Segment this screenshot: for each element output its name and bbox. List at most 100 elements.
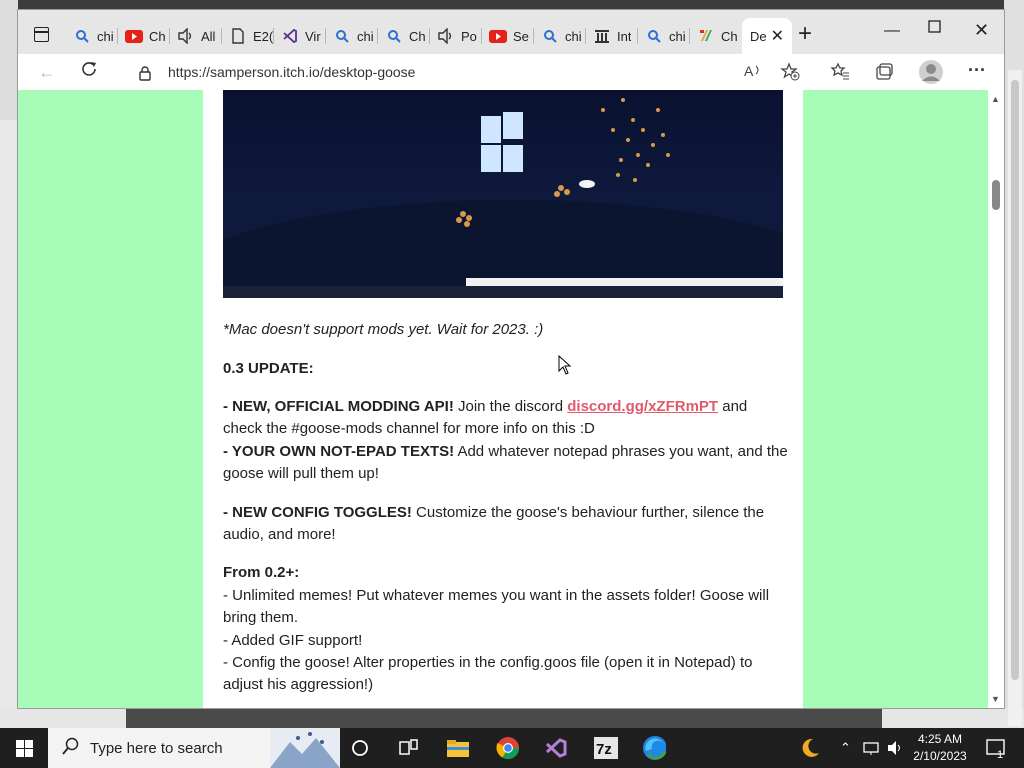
night-light-icon[interactable]	[798, 736, 822, 760]
visual-studio-icon	[281, 27, 299, 45]
tab[interactable]: Se	[482, 22, 534, 50]
volume-icon[interactable]	[886, 740, 904, 759]
scroll-up-arrow-icon[interactable]: ▲	[991, 94, 1000, 104]
update-item: - NEW CONFIG TOGGLES! Customize the goos…	[223, 502, 788, 546]
refresh-button[interactable]	[80, 60, 98, 83]
page-scrollbar[interactable]: ▲ ▼	[988, 90, 1004, 708]
read-aloud-icon[interactable]: A	[744, 62, 764, 85]
scroll-down-arrow-icon[interactable]: ▼	[991, 694, 1000, 704]
tab[interactable]: All	[170, 22, 222, 50]
tab[interactable]: Ch	[378, 22, 430, 50]
background-scrollbar[interactable]	[1008, 70, 1022, 726]
youtube-icon	[489, 27, 507, 45]
svg-text:7z: 7z	[596, 741, 612, 758]
desktop-area	[0, 120, 18, 720]
speaker-icon	[177, 27, 195, 45]
close-tab-icon[interactable]: ✕	[771, 26, 784, 46]
clock-time: 4:25 AM	[917, 732, 963, 746]
search-icon	[645, 27, 663, 45]
tab[interactable]: Ch	[690, 22, 740, 50]
from-heading: From 0.2+:	[223, 564, 300, 581]
archive-icon	[593, 27, 611, 45]
from-line: - Added GIF support!	[223, 632, 363, 649]
page-content: *Mac doesn't support mods yet. Wait for …	[203, 90, 803, 708]
tab[interactable]: Ch	[118, 22, 170, 50]
mac-note: *Mac doesn't support mods yet. Wait for …	[223, 321, 544, 338]
cortana-icon[interactable]	[348, 736, 372, 760]
desktop-area	[0, 708, 1024, 728]
tab-active[interactable]: De ✕	[742, 18, 792, 54]
7zip-icon[interactable]: 7z	[594, 736, 618, 760]
tab[interactable]: Vir	[274, 22, 326, 50]
svg-text:A: A	[744, 63, 754, 79]
file-explorer-icon[interactable]	[446, 736, 470, 760]
clock-date: 2/10/2023	[913, 749, 967, 763]
lock-icon[interactable]	[138, 65, 152, 81]
search-icon	[73, 27, 91, 45]
back-button[interactable]: ←	[38, 62, 56, 83]
close-window-button[interactable]: ✕	[974, 20, 989, 41]
more-menu-icon[interactable]: ···	[968, 60, 986, 81]
tab-label: Ch	[149, 28, 166, 44]
item-title: - YOUR OWN NOT-EPAD TEXTS!	[223, 443, 455, 460]
taskbar: Type here to search 7z ⌃ 4:25 AM 2/10/20…	[0, 728, 1024, 768]
tab[interactable]: chi	[326, 22, 378, 50]
search-icon	[541, 27, 559, 45]
tab[interactable]: chi	[534, 22, 586, 50]
tab[interactable]: chi	[66, 22, 118, 50]
update-item: - YOUR OWN NOT-EPAD TEXTS! Add whatever …	[223, 441, 788, 485]
scrollbar-thumb[interactable]	[992, 180, 1000, 210]
taskbar-search-box[interactable]: Type here to search	[48, 728, 340, 768]
maximize-button[interactable]	[928, 20, 942, 39]
tab-label: De	[750, 28, 767, 44]
taskbar-clock[interactable]: 4:25 AM 2/10/2023	[908, 731, 972, 765]
edge-icon[interactable]	[642, 736, 666, 760]
chrome-icon[interactable]	[496, 736, 520, 760]
discord-link[interactable]: discord.gg/xZFRmPT	[567, 398, 718, 415]
collections-icon[interactable]	[874, 62, 894, 87]
search-icon	[385, 27, 403, 45]
tab[interactable]: Po	[430, 22, 482, 50]
tab-label: chi	[565, 28, 582, 44]
favorites-icon[interactable]	[830, 62, 850, 87]
task-view-icon[interactable]	[396, 736, 420, 760]
tab-bar: chi Ch All E2( Vir chi Ch Po Se chi Int …	[18, 10, 1004, 58]
search-highlight-image	[270, 728, 340, 768]
tab-label: Ch	[721, 28, 738, 44]
desktop-goose-screenshot	[223, 90, 783, 298]
search-icon	[62, 737, 80, 760]
notifications-icon[interactable]: 1	[984, 736, 1008, 760]
tab-label: chi	[669, 28, 686, 44]
start-button[interactable]	[16, 740, 33, 757]
from-line: - Config the goose! Alter properties in …	[223, 654, 753, 693]
url-text: https://samperson.itch.io/desktop-goose	[168, 64, 416, 80]
network-icon[interactable]	[862, 740, 880, 759]
tab[interactable]: chi	[638, 22, 690, 50]
tab-label: All	[201, 28, 216, 44]
visual-studio-icon[interactable]	[544, 736, 568, 760]
tab-label: Se	[513, 28, 529, 44]
tab[interactable]: E2(	[222, 22, 274, 50]
speaker-icon	[437, 27, 455, 45]
tab[interactable]: Int	[586, 22, 638, 50]
new-tab-button[interactable]: +	[798, 22, 812, 46]
profile-avatar[interactable]	[918, 59, 944, 90]
tab-label: chi	[357, 28, 374, 44]
from-line: - Unlimited memes! Put whatever memes yo…	[223, 587, 770, 626]
address-bar: ← https://samperson.itch.io/desktop-goos…	[18, 54, 1004, 90]
minimize-button[interactable]: —	[884, 22, 900, 40]
add-favorite-icon[interactable]	[780, 62, 800, 87]
update-heading: 0.3 UPDATE:	[223, 360, 314, 377]
tab-label: E2(	[253, 28, 274, 44]
youtube-icon	[125, 27, 143, 45]
url-field[interactable]: https://samperson.itch.io/desktop-goose	[118, 58, 698, 86]
tab-label: Ch	[409, 28, 426, 44]
tab-actions-button[interactable]	[30, 24, 52, 46]
tab-label: Int	[617, 28, 632, 44]
show-hidden-icons-icon[interactable]: ⌃	[840, 740, 851, 756]
colorful-icon	[697, 27, 715, 45]
tab-label: chi	[97, 28, 114, 44]
update-item: - NEW, OFFICIAL MODDING API! Join the di…	[223, 396, 788, 440]
document-icon	[229, 27, 247, 45]
tab-label: Vir	[305, 28, 321, 44]
